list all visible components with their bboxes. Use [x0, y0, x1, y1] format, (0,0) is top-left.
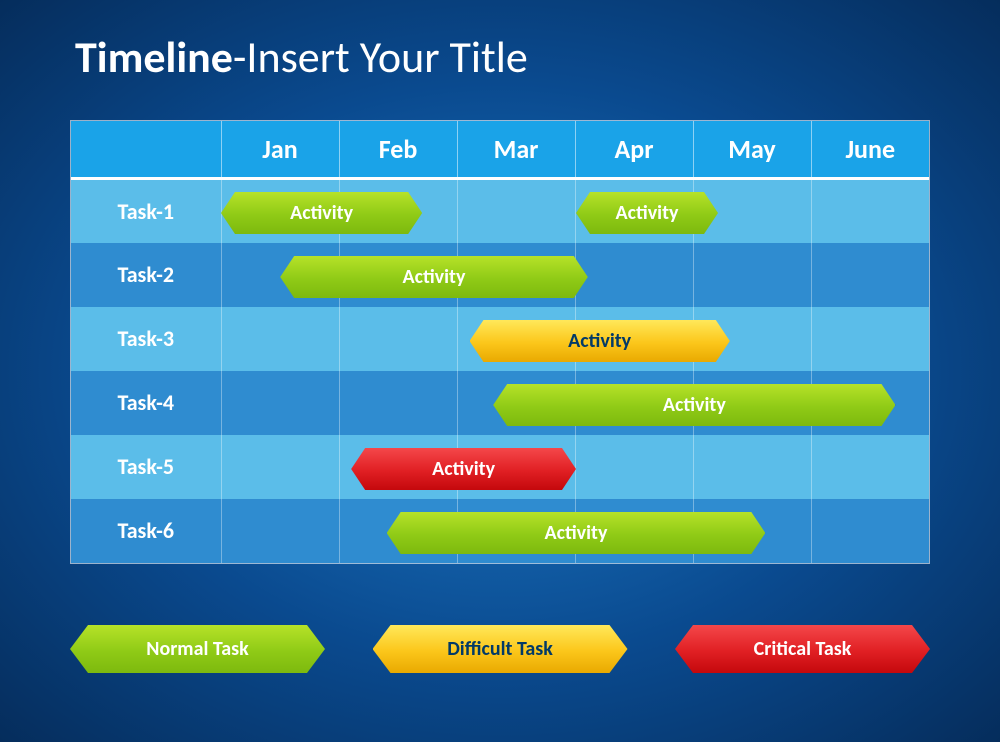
month-header-row: Jan Feb Mar Apr May June [71, 121, 929, 179]
grid-cell [457, 499, 575, 563]
month-header: Apr [575, 121, 693, 179]
task-row: Task-4 [71, 371, 929, 435]
grid-cell [811, 307, 929, 371]
grid-cell [339, 307, 457, 371]
gantt-table: Jan Feb Mar Apr May June Task-1Task-2Tas… [70, 120, 930, 564]
task-label: Task-1 [71, 179, 221, 243]
grid-cell [693, 243, 811, 307]
grid-cell [693, 307, 811, 371]
title-rest: -Insert Your Title [233, 30, 528, 84]
grid-cell [811, 179, 929, 243]
grid-cell [575, 243, 693, 307]
grid-cell [457, 307, 575, 371]
task-label: Task-5 [71, 435, 221, 499]
task-row: Task-3 [71, 307, 929, 371]
grid-cell [693, 499, 811, 563]
grid-cell [221, 435, 339, 499]
grid-cell [221, 371, 339, 435]
grid-cell [575, 371, 693, 435]
legend-critical: Critical Task [675, 625, 930, 673]
title-bold: Timeline [75, 30, 233, 84]
legend-critical-label: Critical Task [754, 637, 852, 661]
grid-cell [457, 243, 575, 307]
grid-cell [339, 179, 457, 243]
task-label: Task-4 [71, 371, 221, 435]
grid-cell [457, 179, 575, 243]
grid-cell [457, 371, 575, 435]
grid-cell [575, 179, 693, 243]
task-label: Task-6 [71, 499, 221, 563]
grid-cell [575, 499, 693, 563]
grid-cell [339, 499, 457, 563]
grid-cell [811, 435, 929, 499]
month-header: May [693, 121, 811, 179]
task-label: Task-2 [71, 243, 221, 307]
grid-cell [339, 435, 457, 499]
grid-cell [811, 499, 929, 563]
grid-cell [811, 243, 929, 307]
grid-cell [575, 307, 693, 371]
grid-cell [221, 499, 339, 563]
grid-cell [693, 435, 811, 499]
grid-cell [693, 179, 811, 243]
month-header: June [811, 121, 929, 179]
grid-cell [811, 371, 929, 435]
grid-cell [221, 243, 339, 307]
grid-cell [457, 435, 575, 499]
grid-cell [575, 435, 693, 499]
grid-cell [221, 307, 339, 371]
month-header: Mar [457, 121, 575, 179]
month-header: Jan [221, 121, 339, 179]
task-row: Task-6 [71, 499, 929, 563]
legend-difficult-label: Difficult Task [447, 637, 553, 661]
task-label: Task-3 [71, 307, 221, 371]
page-title: Timeline-Insert Your Title [75, 30, 528, 84]
legend-difficult: Difficult Task [373, 625, 628, 673]
grid-cell [693, 371, 811, 435]
grid-cell [221, 179, 339, 243]
header-blank [71, 121, 221, 179]
month-header: Feb [339, 121, 457, 179]
legend-normal-label: Normal Task [146, 637, 248, 661]
task-row: Task-1 [71, 179, 929, 243]
grid-cell [339, 371, 457, 435]
task-row: Task-2 [71, 243, 929, 307]
legend-normal: Normal Task [70, 625, 325, 673]
task-row: Task-5 [71, 435, 929, 499]
legend: Normal Task Difficult Task Critical Task [70, 625, 930, 673]
grid-cell [339, 243, 457, 307]
